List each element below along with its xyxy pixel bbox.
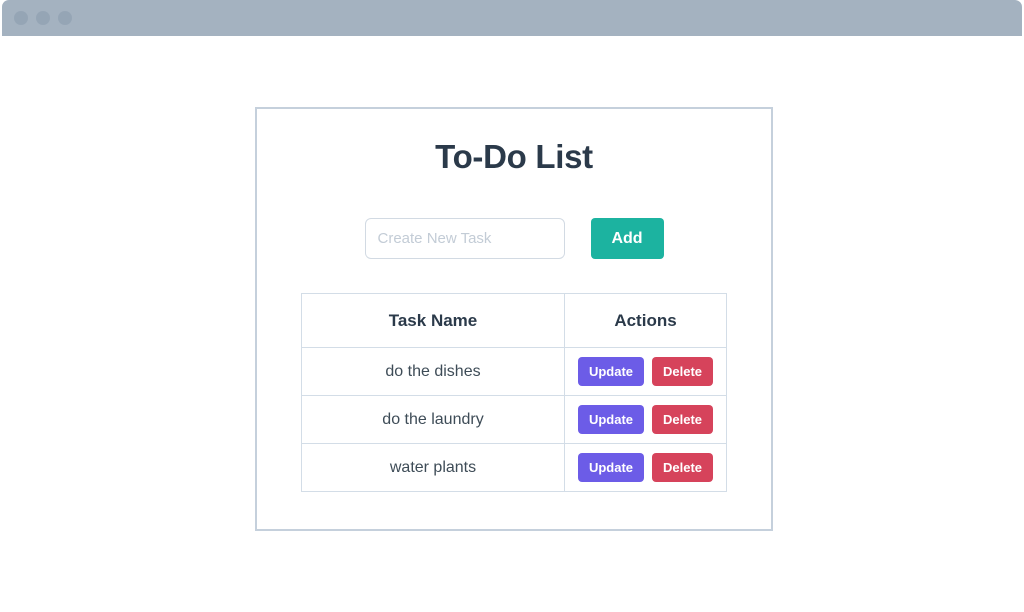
task-actions-cell: Update Delete xyxy=(564,347,727,396)
todo-card: To-Do List Add Task Name Actions xyxy=(255,107,773,531)
page-canvas: To-Do List Add Task Name Actions xyxy=(0,36,1024,612)
create-task-row: Add xyxy=(257,218,771,259)
delete-task-button[interactable]: Delete xyxy=(652,453,714,482)
window-close-dot[interactable] xyxy=(14,11,28,25)
update-task-button[interactable]: Update xyxy=(577,453,645,482)
page-title: To-Do List xyxy=(435,138,593,175)
add-task-button[interactable]: Add xyxy=(590,218,664,259)
task-actions-group: Update Delete xyxy=(565,405,726,434)
task-actions-cell: Update Delete xyxy=(564,395,727,444)
table-header-row: Task Name Actions xyxy=(301,293,727,348)
task-name-cell: water plants xyxy=(301,443,565,492)
delete-task-button[interactable]: Delete xyxy=(652,357,714,386)
task-table: Task Name Actions do the dishes Update D… xyxy=(301,293,727,492)
window-controls xyxy=(14,11,72,25)
task-actions-group: Update Delete xyxy=(565,357,726,386)
column-header-task-name: Task Name xyxy=(301,293,565,348)
delete-task-button[interactable]: Delete xyxy=(652,405,714,434)
update-task-button[interactable]: Update xyxy=(577,357,645,386)
task-table-body: do the dishes Update Delete do the laund… xyxy=(301,347,727,492)
update-task-button[interactable]: Update xyxy=(577,405,645,434)
browser-chrome-bar xyxy=(2,0,1022,36)
table-row: do the laundry Update Delete xyxy=(301,395,727,444)
column-header-actions: Actions xyxy=(564,293,727,348)
task-name-cell: do the dishes xyxy=(301,347,565,396)
task-table-head: Task Name Actions xyxy=(301,293,727,348)
window-maximize-dot[interactable] xyxy=(58,11,72,25)
task-actions-group: Update Delete xyxy=(565,453,726,482)
task-table-container: Task Name Actions do the dishes Update D… xyxy=(257,293,771,492)
task-actions-cell: Update Delete xyxy=(564,443,727,492)
table-row: do the dishes Update Delete xyxy=(301,347,727,396)
window-minimize-dot[interactable] xyxy=(36,11,50,25)
new-task-input[interactable] xyxy=(364,218,565,259)
task-name-cell: do the laundry xyxy=(301,395,565,444)
table-row: water plants Update Delete xyxy=(301,443,727,492)
